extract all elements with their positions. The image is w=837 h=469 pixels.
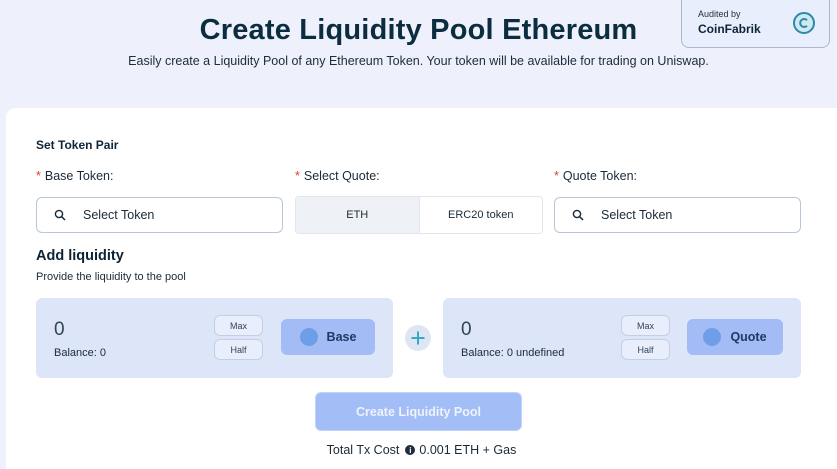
required-mark: *: [295, 169, 300, 183]
base-liquidity-panel: 0 Balance: 0 Max Half Base: [36, 298, 393, 378]
base-token-placeholder: Select Token: [83, 208, 155, 222]
plus-icon: [405, 325, 431, 351]
quote-token-label: * Quote Token:: [554, 169, 638, 183]
quote-option-eth[interactable]: ETH: [296, 197, 419, 233]
audit-badge[interactable]: Audited by CoinFabrik: [681, 0, 830, 48]
base-token-label: * Base Token:: [36, 169, 114, 183]
quote-balance: Balance: 0 undefined: [461, 347, 565, 359]
tx-cost-label: Total Tx Cost: [326, 443, 400, 457]
base-amount-input[interactable]: 0: [54, 319, 65, 341]
quote-token-button[interactable]: Quote: [687, 319, 783, 355]
base-token-select[interactable]: Select Token: [36, 197, 283, 233]
quote-half-button[interactable]: Half: [621, 339, 670, 360]
page-subtitle: Easily create a Liquidity Pool of any Et…: [128, 54, 709, 68]
quote-max-button[interactable]: Max: [621, 315, 670, 336]
required-mark: *: [554, 169, 559, 183]
auditor-name: CoinFabrik: [698, 22, 761, 36]
pool-form-card: Set Token Pair * Base Token: * Select Quot…: [6, 108, 837, 469]
base-balance: Balance: 0: [54, 347, 106, 359]
total-tx-cost: Total Tx Cost i 0.001 ETH + Gas: [6, 443, 837, 457]
base-half-button[interactable]: Half: [214, 339, 263, 360]
coinfabrik-logo-icon: [793, 12, 815, 34]
tx-cost-value: 0.001 ETH + Gas: [419, 443, 517, 457]
quote-option-erc20[interactable]: ERC20 token: [418, 197, 542, 233]
select-quote-label: * Select Quote:: [295, 169, 380, 183]
add-liquidity-description: Provide the liquidity to the pool: [36, 271, 186, 283]
quote-type-toggle: ETH ERC20 token: [295, 196, 543, 234]
quote-token-placeholder: Select Token: [601, 208, 673, 222]
search-icon: [572, 209, 584, 221]
audited-by-label: Audited by: [698, 9, 741, 19]
token-placeholder-icon: [299, 328, 318, 346]
info-icon[interactable]: i: [405, 445, 416, 455]
quote-token-select[interactable]: Select Token: [554, 197, 801, 233]
base-max-button[interactable]: Max: [214, 315, 263, 336]
search-icon: [54, 209, 66, 221]
required-mark: *: [36, 169, 41, 183]
base-token-button[interactable]: Base: [281, 319, 375, 355]
token-placeholder-icon: [703, 328, 722, 346]
quote-amount-input[interactable]: 0: [461, 319, 472, 341]
token-pair-title: Set Token Pair: [36, 138, 119, 152]
add-liquidity-title: Add liquidity: [36, 248, 124, 264]
quote-liquidity-panel: 0 Balance: 0 undefined Max Half Quote: [443, 298, 801, 378]
create-liquidity-pool-button[interactable]: Create Liquidity Pool: [315, 392, 522, 431]
